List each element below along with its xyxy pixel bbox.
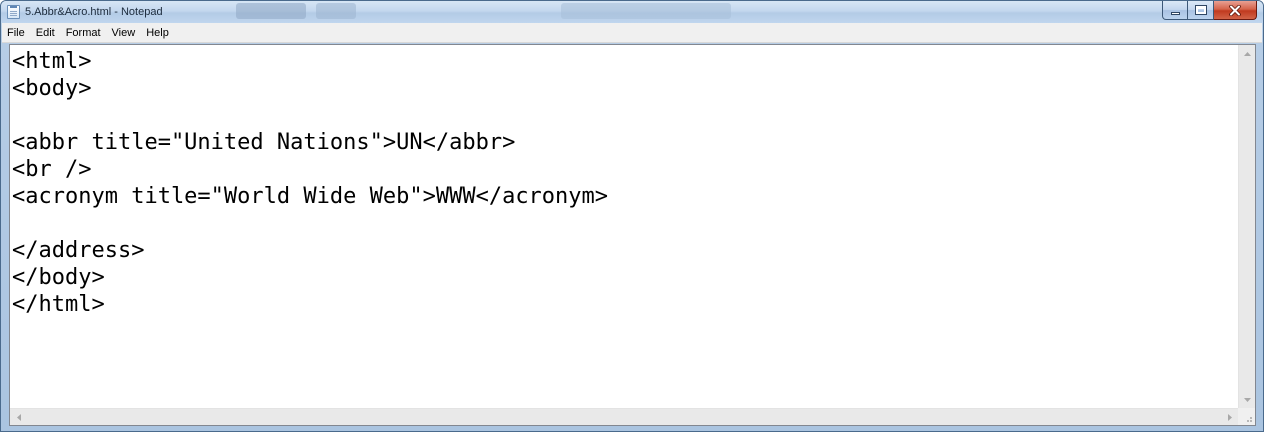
close-button[interactable] — [1214, 1, 1257, 20]
code-line: </address> — [12, 238, 145, 263]
code-line: <html> — [12, 49, 92, 74]
menu-edit[interactable]: Edit — [30, 27, 60, 39]
scroll-left-button[interactable] — [10, 409, 27, 425]
code-line: <br /> — [12, 157, 92, 182]
resize-grip-icon — [1247, 417, 1252, 422]
code-line: </html> — [12, 292, 105, 317]
title-bar-glare — [561, 3, 731, 19]
arrow-right-icon — [1227, 414, 1232, 421]
caption-buttons — [1162, 1, 1257, 20]
code-line: </body> — [12, 265, 105, 290]
close-icon — [1229, 4, 1241, 16]
title-bar[interactable]: 5.Abbr&Acro.html - Notepad — [1, 1, 1263, 23]
arrow-left-icon — [16, 414, 21, 421]
code-line: <abbr title="United Nations">UN</abbr> — [12, 130, 516, 155]
scroll-down-button[interactable] — [1239, 391, 1255, 408]
vertical-scrollbar[interactable] — [1238, 45, 1255, 408]
maximize-button[interactable] — [1188, 1, 1214, 20]
scroll-up-button[interactable] — [1239, 45, 1255, 62]
title-bar-glare — [316, 3, 356, 19]
code-line: <body> — [12, 76, 92, 101]
menu-bar: File Edit Format View Help — [2, 23, 1262, 43]
arrow-up-icon — [1244, 51, 1251, 56]
menu-file[interactable]: File — [2, 27, 30, 39]
notepad-icon[interactable] — [7, 5, 20, 19]
minimize-button[interactable] — [1162, 1, 1188, 20]
scroll-right-button[interactable] — [1221, 409, 1238, 425]
arrow-down-icon — [1244, 397, 1251, 402]
menu-view[interactable]: View — [106, 27, 141, 39]
window-title: 5.Abbr&Acro.html - Notepad — [25, 6, 163, 18]
notepad-window: 5.Abbr&Acro.html - Notepad File Edit For… — [0, 0, 1264, 432]
minimize-icon — [1170, 12, 1180, 15]
title-bar-glare — [236, 3, 306, 19]
menu-format[interactable]: Format — [60, 27, 106, 39]
text-area[interactable]: <html> <body> <abbr title="United Nation… — [10, 45, 1238, 408]
code-line: <acronym title="World Wide Web">WWW</acr… — [12, 184, 609, 209]
editor-pane: <html> <body> <abbr title="United Nation… — [9, 44, 1256, 426]
horizontal-scrollbar[interactable] — [10, 408, 1238, 425]
size-grip[interactable] — [1238, 408, 1255, 425]
menu-help[interactable]: Help — [140, 27, 174, 39]
maximize-icon — [1194, 5, 1207, 15]
